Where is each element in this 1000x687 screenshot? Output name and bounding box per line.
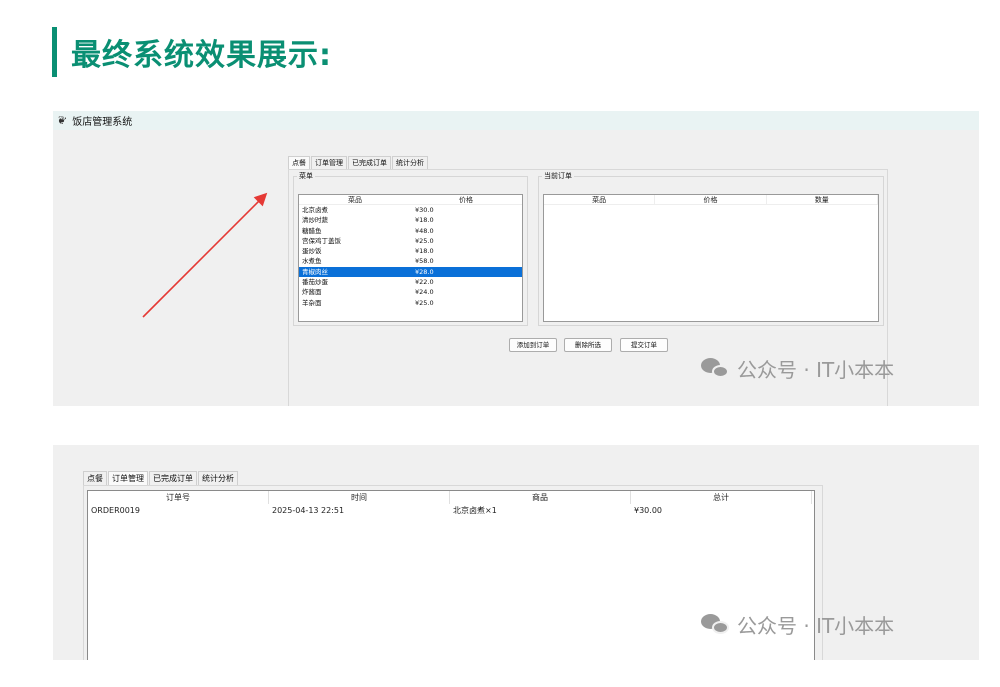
menu-row-price: ¥24.0 (415, 288, 434, 297)
orders-cell-items: 北京卤煮×1 (453, 506, 497, 515)
menu-list[interactable]: 菜品 价格 北京卤煮 ¥30.0 清炒时蔬 ¥18.0 糖醋鱼 ¥48.0 宫保鸡丁盖饭 ¥2… (298, 194, 523, 322)
menu-row-dish: 北京卤煮 (302, 206, 328, 214)
menu-row[interactable]: 水煮鱼 ¥58.0 (299, 256, 522, 266)
current-col-price[interactable]: 价格 (655, 195, 767, 204)
current-col-dish[interactable]: 菜品 (544, 195, 656, 204)
watermark-text: 公众号 · IT小本本 (737, 614, 895, 638)
watermark: 公众号 · IT小本本 (701, 354, 894, 383)
orders-cell-time: 2025-04-13 22:51 (272, 506, 345, 515)
watermark: 公众号 · IT小本本 (701, 610, 894, 639)
current-order-list[interactable]: 菜品 价格 数量 (543, 194, 879, 322)
tab-completed-orders[interactable]: 已完成订单 (149, 471, 197, 485)
menu-row[interactable]: 炸酱面 ¥24.0 (299, 287, 522, 297)
submit-order-button[interactable]: 提交订单 (620, 338, 668, 352)
menu-row[interactable]: 清炒时蔬 ¥18.0 (299, 215, 522, 225)
orders-col-time[interactable]: 时间 (269, 491, 450, 504)
menu-row-dish: 炸酱面 (302, 288, 322, 297)
menu-list-header: 菜品 价格 (299, 195, 522, 205)
orders-col-total[interactable]: 总计 (631, 491, 812, 504)
menu-row-dish: 青椒肉丝 (302, 267, 328, 276)
menu-row[interactable]: 青椒肉丝 ¥28.0 (299, 266, 522, 278)
tab-ordering[interactable]: 点餐 (288, 156, 310, 169)
menu-group-label: 菜单 (297, 171, 315, 181)
menu-row-dish: 清炒时蔬 (302, 216, 328, 225)
menu-row-price: ¥18.0 (415, 247, 434, 256)
tab-order-management[interactable]: 订单管理 (108, 471, 148, 485)
menu-row-price: ¥48.0 (415, 226, 434, 235)
menu-row-price: ¥25.0 (415, 236, 434, 245)
tab-ordering[interactable]: 点餐 (83, 471, 107, 485)
menu-col-dish[interactable]: 菜品 (299, 195, 411, 204)
orders-col-id[interactable]: 订单号 (88, 491, 269, 504)
menu-row-price: ¥28.0 (415, 267, 434, 276)
current-order-group-label: 当前订单 (542, 171, 574, 181)
orders-cell-total: ¥30.00 (634, 506, 662, 515)
menu-row[interactable]: 羊杂面 ¥25.0 (299, 298, 522, 308)
orders-cell-id: ORDER0019 (91, 506, 140, 515)
article-page: 最终系统效果展示: ❦ 饭店管理系统 点餐 订单管理 已完成订单 统计分析 菜单… (0, 0, 1000, 687)
menu-row[interactable]: 宫保鸡丁盖饭 ¥25.0 (299, 236, 522, 246)
current-order-header: 菜品 价格 数量 (544, 195, 878, 205)
delete-selected-button[interactable]: 删除所选 (564, 338, 612, 352)
menu-row[interactable]: 番茄炒蛋 ¥22.0 (299, 277, 522, 287)
menu-row-dish: 蛋炒饭 (302, 247, 322, 256)
menu-row-price: ¥30.0 (415, 206, 434, 214)
menu-row-dish: 宫保鸡丁盖饭 (302, 236, 341, 245)
tab-statistics[interactable]: 统计分析 (198, 471, 238, 485)
orders-table-header: 订单号 时间 商品 总计 (88, 491, 814, 504)
heading-title: 最终系统效果展示: (71, 38, 332, 73)
tab-statistics[interactable]: 统计分析 (392, 156, 428, 169)
tab-bar-2: 点餐 订单管理 已完成订单 统计分析 (83, 471, 823, 485)
menu-row-dish: 水煮鱼 (302, 257, 322, 266)
menu-row-dish: 糖醋鱼 (302, 226, 322, 235)
wechat-icon (701, 357, 731, 380)
section-heading: 最终系统效果展示: (52, 26, 332, 78)
menu-row-dish: 羊杂面 (302, 298, 322, 307)
menu-row[interactable]: 北京卤煮 ¥30.0 (299, 205, 522, 215)
add-to-order-button[interactable]: 添加到订单 (509, 338, 557, 352)
menu-row[interactable]: 蛋炒饭 ¥18.0 (299, 246, 522, 256)
menu-row-price: ¥58.0 (415, 257, 434, 266)
menu-row-price: ¥22.0 (415, 278, 434, 287)
menu-row-price: ¥18.0 (415, 216, 434, 225)
tab-completed-orders[interactable]: 已完成订单 (348, 156, 391, 169)
wechat-icon (701, 613, 731, 636)
heading-accent-bar (52, 27, 57, 77)
menu-row[interactable]: 糖醋鱼 ¥48.0 (299, 226, 522, 236)
current-col-qty[interactable]: 数量 (767, 195, 878, 204)
tab-order-management[interactable]: 订单管理 (311, 156, 347, 169)
menu-row-dish: 番茄炒蛋 (302, 278, 328, 287)
watermark-text: 公众号 · IT小本本 (737, 358, 895, 382)
orders-col-items[interactable]: 商品 (450, 491, 631, 504)
orders-table-row[interactable]: ORDER0019 2025-04-13 22:51 北京卤煮×1 ¥30.00 (88, 504, 814, 517)
menu-row-price: ¥25.0 (415, 298, 434, 307)
screenshot-order-management: 点餐 订单管理 已完成订单 统计分析 订单号 时间 商品 总计 ORDER001… (53, 445, 979, 660)
screenshot-ordering: ❦ 饭店管理系统 点餐 订单管理 已完成订单 统计分析 菜单 当前订单 菜品 价… (53, 111, 979, 406)
menu-col-price[interactable]: 价格 (411, 195, 521, 204)
tab-bar: 点餐 订单管理 已完成订单 统计分析 (288, 156, 888, 169)
